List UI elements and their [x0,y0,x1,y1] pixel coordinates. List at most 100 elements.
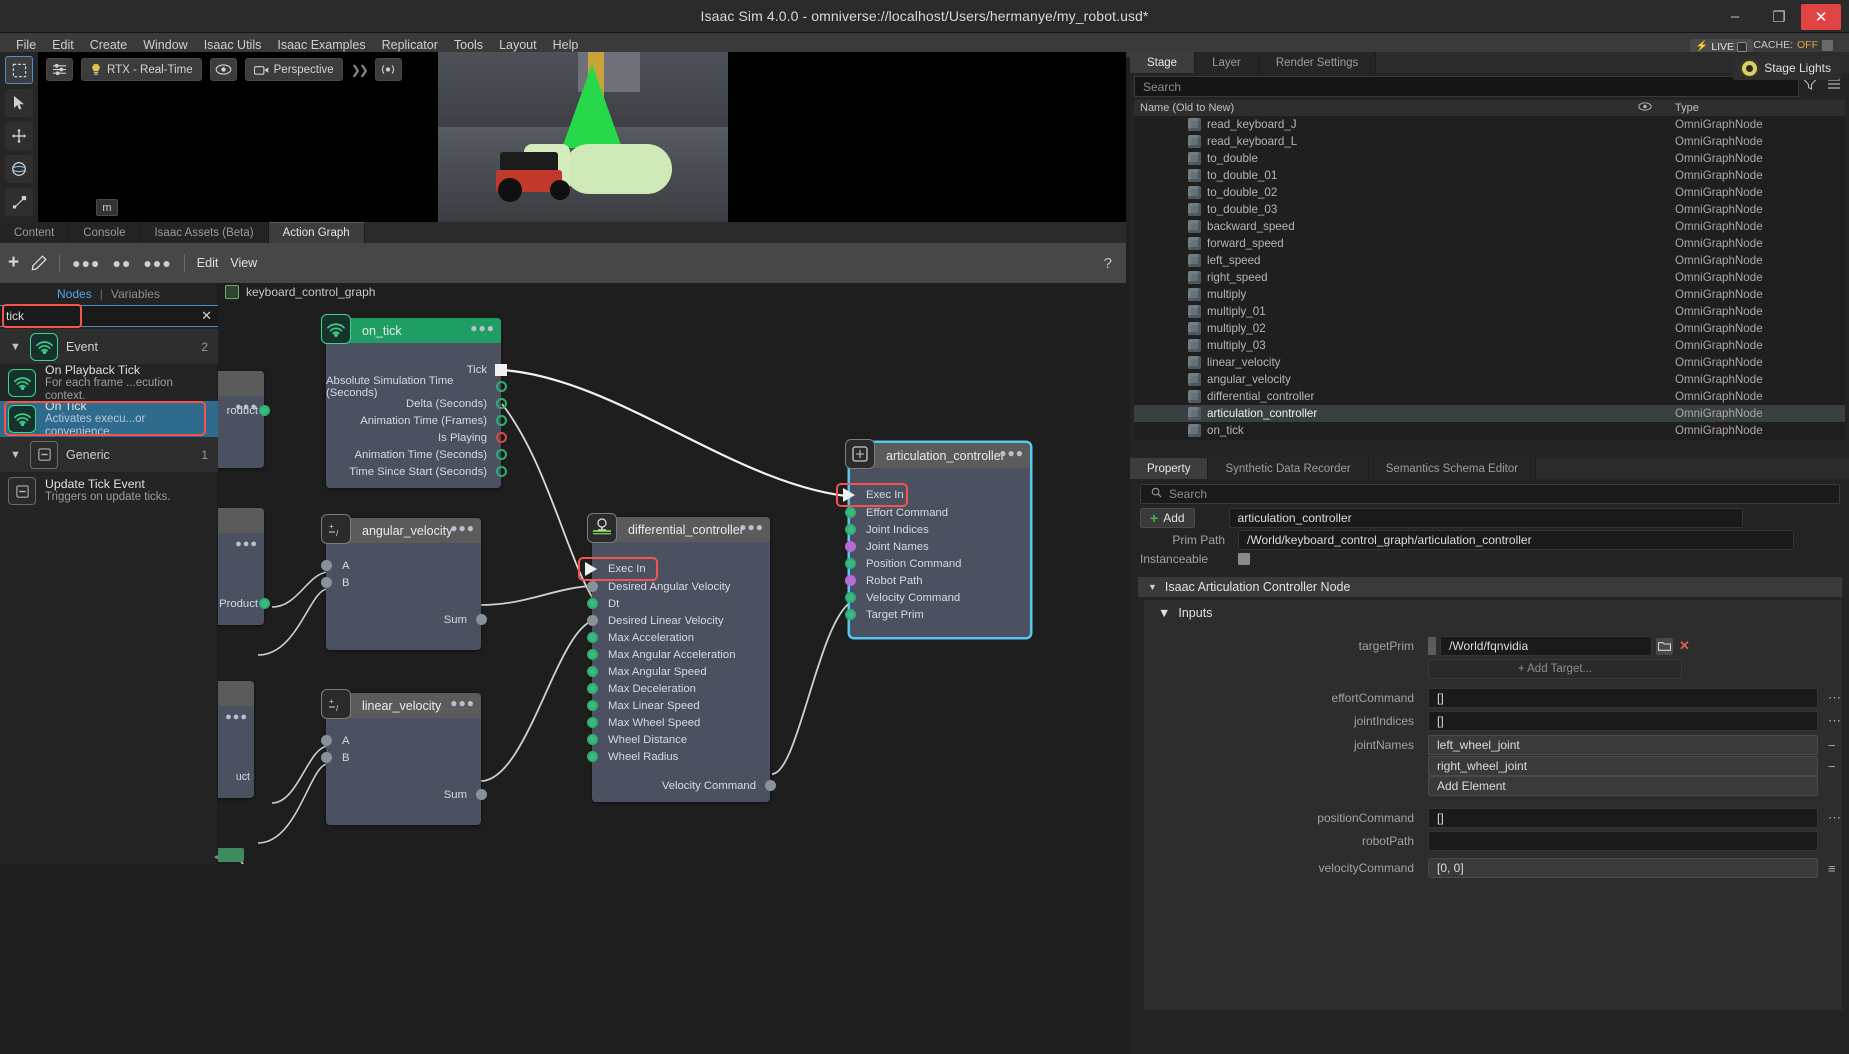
port-dot[interactable] [320,752,332,763]
robotPath-field[interactable] [1428,831,1818,851]
table-row[interactable]: to_double_02 OmniGraphNode [1134,184,1845,201]
section-isaac-articulation-controller-node[interactable]: ▼ Isaac Articulation Controller Node [1138,577,1842,597]
tab-semantics-schema-editor[interactable]: Semantics Schema Editor [1368,458,1537,479]
graph-node-on-tick[interactable]: on_tick ●●● Tick Absolute Simulation Tim… [321,314,507,488]
velocityCommand-expand-icon[interactable]: ≡ [1828,861,1836,876]
prim-name-field[interactable]: articulation_controller [1228,508,1743,528]
table-row[interactable]: multiply_01 OmniGraphNode [1134,303,1845,320]
tab-property[interactable]: Property [1130,458,1209,479]
node-menu-icon[interactable]: ●●● [450,521,475,535]
targetPrim-field[interactable]: /World/fqnvidia [1440,636,1652,656]
port-dot[interactable] [495,449,507,460]
node-menu-icon[interactable]: ●●● [225,711,248,723]
eye-icon[interactable] [1625,102,1665,114]
viewport-settings-icon[interactable] [46,58,73,81]
graph-node-linear-velocity[interactable]: + / linear_velocity ●●● A B Sum [320,689,487,825]
node-search-box[interactable]: ✕ [0,305,218,327]
port-dot[interactable] [586,700,598,711]
node-port-row[interactable]: Dt [586,595,770,612]
positionCommand-field[interactable]: [] [1428,808,1818,828]
clear-target-icon[interactable]: ✕ [1677,638,1692,655]
node-port-row[interactable]: Time Since Start (Seconds) [326,463,507,480]
add-element-button[interactable]: Add Element [1428,776,1818,796]
port-dot[interactable] [320,560,332,571]
positionCommand-expand-icon[interactable]: ⋯ [1828,810,1841,826]
table-row[interactable]: multiply_03 OmniGraphNode [1134,337,1845,354]
node-port-row[interactable]: A [320,557,481,574]
node-port-row[interactable]: Max Wheel Speed [586,714,770,731]
chevron-down-icon[interactable]: ▼ [10,449,22,461]
port-dot[interactable] [844,558,856,569]
node-port-row[interactable]: Max Angular Speed [586,663,770,680]
jointNames-item-0[interactable]: left_wheel_joint [1428,735,1818,755]
table-row[interactable]: to_double_01 OmniGraphNode [1134,167,1845,184]
node-port-row[interactable]: Desired Linear Velocity [586,612,770,629]
graph-node-partial-1[interactable]: roduct ●●● [218,371,270,468]
node-port-row[interactable]: Is Playing [326,429,507,446]
port-dot[interactable] [495,415,507,426]
port-dot[interactable] [586,751,598,762]
tool-select-icon[interactable] [5,56,33,84]
jointNames-remove-0-icon[interactable]: − [1828,738,1836,753]
port-dot[interactable] [586,683,598,694]
jointIndices-expand-icon[interactable]: ⋯ [1828,713,1841,729]
velocityCommand-field[interactable]: [0, 0] [1428,858,1818,878]
port-dot[interactable] [844,575,856,586]
node-menu-icon[interactable]: ●●● [999,446,1024,460]
table-row[interactable]: multiply OmniGraphNode [1134,286,1845,303]
node-item-on-playback-tick[interactable]: On Playback Tick For each frame ...ecuti… [0,363,218,402]
help-icon[interactable]: ? [1104,255,1112,272]
tab-render-settings[interactable]: Render Settings [1258,52,1377,73]
render-mode-button[interactable]: RTX - Real-Time [81,58,202,81]
exec-in-port[interactable] [843,488,855,502]
tab-synthetic-data-recorder[interactable]: Synthetic Data Recorder [1208,458,1369,479]
node-port-row[interactable]: Max Deceleration [586,680,770,697]
column-name[interactable]: Name (Old to New) [1134,102,1625,114]
node-port-row[interactable]: Animation Time (Frames) [326,412,507,429]
port-dot[interactable] [320,577,332,588]
port-dot[interactable] [495,432,507,443]
node-port-row[interactable]: Desired Angular Velocity [586,578,770,595]
port-dot[interactable] [320,735,332,746]
options-menu-icon[interactable] [1827,78,1841,93]
tab-nodes[interactable]: Nodes [57,287,92,301]
chevron-right-icon[interactable]: ❯❯ [351,63,369,77]
node-port-row[interactable]: Velocity Command [844,589,1030,606]
category-generic[interactable]: ▼ Generic 1 [0,437,218,473]
port-dot[interactable] [586,649,598,660]
table-row[interactable]: differential_controller OmniGraphNode [1134,388,1845,405]
stage-search-input[interactable]: Search [1134,76,1799,97]
table-row[interactable]: read_keyboard_J OmniGraphNode [1134,116,1845,133]
table-row[interactable]: on_tick OmniGraphNode [1134,422,1845,439]
node-port-row[interactable]: Joint Names [844,538,1030,555]
port-dot[interactable] [586,717,598,728]
property-search-input[interactable]: Search [1140,484,1840,504]
table-row[interactable]: read_keyboard_L OmniGraphNode [1134,133,1845,150]
port-dot[interactable] [586,598,598,609]
node-item-update-tick-event[interactable]: Update Tick Event Triggers on update tic… [0,473,218,509]
node-search-input[interactable] [6,309,196,323]
tool-scale-icon[interactable] [5,188,33,216]
node-port-row[interactable]: Delta (Seconds) [326,395,507,412]
minimize-button[interactable]: – [1713,0,1757,33]
viewport-visibility-icon[interactable] [209,58,237,81]
camera-button[interactable]: Perspective [244,58,343,81]
node-port-row-exec-in[interactable]: Exec In [585,560,770,578]
node-port-row[interactable]: Joint Indices [844,521,1030,538]
node-port-row[interactable]: Animation Time (Seconds) [326,446,507,463]
graph-node-angular-velocity[interactable]: + / angular_velocity ●●● A B Sum [320,514,487,650]
port-dot[interactable] [586,666,598,677]
folder-icon[interactable] [1656,637,1673,655]
node-port-row[interactable]: Max Angular Acceleration [586,646,770,663]
table-row[interactable]: multiply_02 OmniGraphNode [1134,320,1845,337]
node-port-row[interactable]: Absolute Simulation Time (Seconds) [326,375,507,399]
exec-in-port[interactable] [585,562,597,576]
tab-action-graph[interactable]: Action Graph [268,222,365,243]
port-dot[interactable] [586,632,598,643]
node-port-row[interactable]: Wheel Distance [586,731,770,748]
jointNames-item-1[interactable]: right_wheel_joint [1428,756,1818,776]
close-button[interactable]: ✕ [1801,3,1841,30]
port-dot[interactable] [258,598,270,609]
graph-node-differential-controller[interactable]: differential_controller ●●● Exec In Desi… [578,513,776,802]
port-dot[interactable] [844,592,856,603]
